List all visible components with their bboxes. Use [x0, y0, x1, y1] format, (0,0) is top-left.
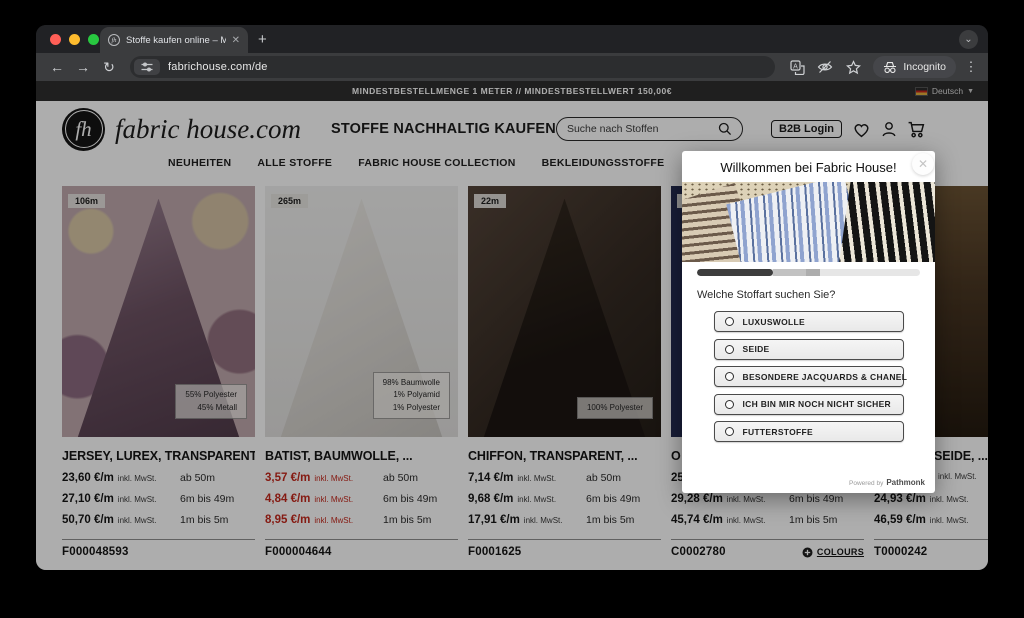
close-window-button[interactable] [50, 34, 61, 45]
fabric-collage-image [682, 182, 935, 262]
radio-icon[interactable] [725, 317, 734, 326]
forward-button[interactable]: → [72, 59, 94, 75]
bookmark-star-icon[interactable] [841, 55, 865, 79]
modal-option-button[interactable]: SEIDE [714, 339, 904, 360]
incognito-spy-icon [883, 61, 897, 74]
incognito-label: Incognito [903, 61, 946, 73]
modal-option-button[interactable]: ICH BIN MIR NOCH NICHT SICHER [714, 394, 904, 415]
page-viewport: MINDESTBESTELLMENGE 1 METER // MINDESTBE… [36, 81, 988, 570]
url-text: fabrichouse.com/de [168, 61, 268, 73]
browser-menu-icon[interactable]: ⋮ [964, 59, 978, 75]
modal-option-button[interactable]: FUTTERSTOFFE [714, 421, 904, 442]
radio-icon[interactable] [725, 400, 734, 409]
browser-toolbar: ← → ↻ fabrichouse.com/de A [36, 53, 988, 81]
radio-icon[interactable] [725, 372, 734, 381]
reading-mode-eye-icon[interactable] [813, 55, 837, 79]
browser-window: fh Stoffe kaufen online – Meterw ✕ + ⌄ ←… [36, 25, 988, 570]
modal-question: Welche Stoffart suchen Sie? [697, 289, 920, 301]
tab-title: Stoffe kaufen online – Meterw [126, 35, 226, 46]
powered-by[interactable]: Powered byPathmonk [849, 478, 925, 487]
modal-option-label: SEIDE [743, 344, 770, 354]
tab-close-icon[interactable]: ✕ [232, 35, 240, 46]
modal-option-label: LUXUSWOLLE [743, 317, 806, 327]
radio-icon[interactable] [725, 427, 734, 436]
translate-icon[interactable]: A [785, 55, 809, 79]
window-controls [50, 34, 99, 45]
modal-close-icon[interactable]: ✕ [912, 153, 934, 175]
modal-option-button[interactable]: BESONDERE JACQUARDS & CHANEL [714, 366, 904, 387]
modal-option-label: ICH BIN MIR NOCH NICHT SICHER [743, 399, 891, 409]
incognito-badge: Incognito [873, 56, 956, 78]
tab-search-chevron-icon[interactable]: ⌄ [959, 30, 978, 49]
site-favicon-icon: fh [108, 34, 120, 46]
browser-tab[interactable]: fh Stoffe kaufen online – Meterw ✕ [100, 27, 248, 53]
modal-option-label: FUTTERSTOFFE [743, 427, 814, 437]
tab-strip: fh Stoffe kaufen online – Meterw ✕ + ⌄ [36, 25, 988, 53]
minimize-window-button[interactable] [69, 34, 80, 45]
address-bar[interactable]: fabrichouse.com/de [130, 56, 775, 78]
modal-title: Willkommen bei Fabric House! [682, 160, 935, 175]
svg-text:A: A [793, 63, 798, 70]
pathmonk-brand: Pathmonk [886, 478, 925, 487]
back-button[interactable]: ← [46, 59, 68, 75]
modal-option-button[interactable]: LUXUSWOLLE [714, 311, 904, 332]
welcome-modal: ✕ Willkommen bei Fabric House! Welche St… [682, 151, 935, 493]
modal-option-label: BESONDERE JACQUARDS & CHANEL [743, 372, 908, 382]
zoom-window-button[interactable] [88, 34, 99, 45]
radio-icon[interactable] [725, 345, 734, 354]
site-settings-icon[interactable] [134, 59, 160, 75]
modal-options: LUXUSWOLLE SEIDE BESONDERE JACQUARDS & CHA… [682, 311, 935, 442]
reload-button[interactable]: ↻ [98, 59, 120, 76]
modal-progress-bar [697, 269, 920, 276]
new-tab-button[interactable]: + [258, 31, 267, 48]
